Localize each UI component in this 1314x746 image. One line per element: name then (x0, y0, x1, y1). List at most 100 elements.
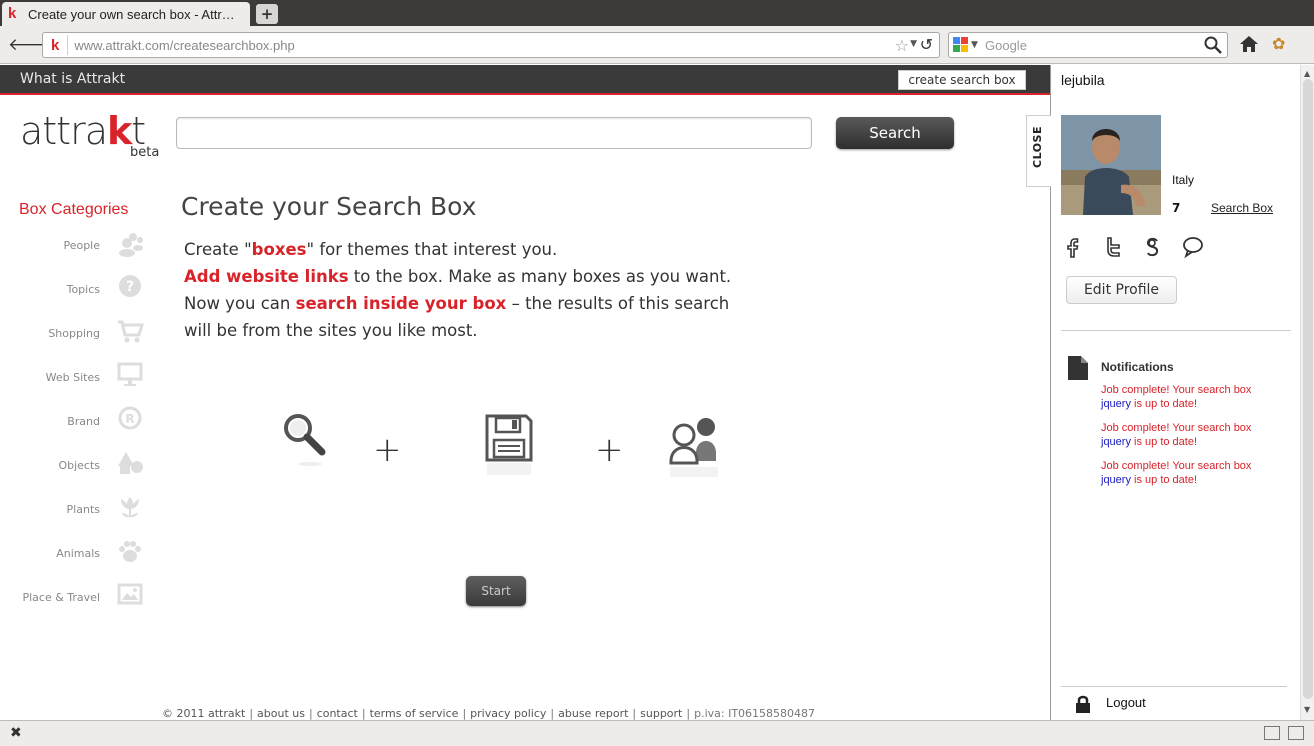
panel-divider (1061, 330, 1291, 331)
category-label: People (63, 239, 100, 252)
category-label: Place & Travel (22, 591, 100, 604)
category-topics[interactable]: Topics ? (0, 273, 150, 307)
footer-link-abuse[interactable]: abuse report (558, 707, 628, 720)
close-icon[interactable]: ✖ (10, 725, 22, 741)
category-label: Web Sites (45, 371, 100, 384)
browser-search-bar[interactable]: ▼ Google (948, 32, 1228, 58)
notification-box-link[interactable]: jquery (1101, 398, 1131, 410)
footer-link-privacy[interactable]: privacy policy (470, 707, 546, 720)
scrollbar-thumb[interactable] (1303, 79, 1313, 699)
browser-tab-bar: k Create your own search box - Attr… + (0, 0, 1314, 26)
search-box-link[interactable]: Search Box (1211, 201, 1273, 215)
footer-link-about[interactable]: about us (257, 707, 305, 720)
category-web-sites[interactable]: Web Sites (0, 361, 150, 395)
logout-link[interactable]: Logout (1106, 695, 1146, 710)
floppy-save-icon (485, 414, 533, 475)
addon-icon[interactable]: ✿ (1272, 34, 1285, 53)
attrakt-logo[interactable]: attrakt beta (20, 109, 159, 160)
cart-icon (118, 320, 144, 343)
home-icon[interactable] (1238, 34, 1260, 54)
bookmark-star-icon[interactable]: ☆ (895, 36, 909, 55)
intro-text: Now you can (184, 294, 296, 313)
google-icon[interactable] (953, 37, 969, 53)
scroll-down-arrow-icon[interactable]: ▼ (1304, 705, 1310, 714)
svg-text:R: R (125, 412, 134, 426)
facebook-icon[interactable] (1061, 235, 1085, 259)
scroll-up-arrow-icon[interactable]: ▲ (1304, 69, 1310, 78)
category-shopping[interactable]: Shopping (0, 317, 150, 351)
attrakt-favicon-icon: k (8, 5, 17, 22)
notification-box-link[interactable]: jquery (1101, 474, 1131, 486)
category-label: Shopping (48, 327, 100, 340)
comment-bubble-icon[interactable] (1181, 235, 1205, 259)
category-label: Brand (67, 415, 100, 428)
edit-profile-button[interactable]: Edit Profile (1066, 276, 1177, 304)
footer-separator: | (550, 707, 555, 720)
create-search-box-button[interactable]: create search box (898, 70, 1026, 90)
registered-icon: R (118, 406, 142, 430)
category-place-travel[interactable]: Place & Travel (0, 581, 150, 615)
new-tab-button[interactable]: + (256, 4, 278, 24)
category-plants[interactable]: Plants (0, 493, 150, 527)
avatar[interactable] (1061, 115, 1161, 215)
intro-line-1: Create "boxes" for themes that interest … (184, 240, 557, 259)
url-host: www.attrakt.com (74, 37, 170, 53)
category-label: Topics (66, 283, 100, 296)
profile-country: Italy (1172, 173, 1195, 187)
notifications-title: Notifications (1101, 360, 1174, 374)
notification-text: Job complete! Your search box (1101, 384, 1252, 396)
google-plus-icon[interactable] (1141, 235, 1165, 259)
notification-text: Job complete! Your search box (1101, 422, 1252, 434)
notification-item: Job complete! Your search box jquery is u… (1101, 421, 1251, 449)
status-grid-icon[interactable] (1288, 726, 1304, 740)
close-panel-tab[interactable]: CLOSE (1026, 115, 1051, 187)
footer-link-terms[interactable]: terms of service (370, 707, 459, 720)
logo-beta: beta (130, 145, 160, 160)
url-divider (67, 35, 69, 55)
category-objects[interactable]: Objects (0, 449, 150, 483)
search-engine-dropdown-icon[interactable]: ▼ (971, 40, 978, 50)
footer-separator: | (462, 707, 467, 720)
logo-text-k: k (107, 109, 132, 153)
footer-link-support[interactable]: support (640, 707, 682, 720)
footer-vat: p.iva: IT06158580487 (694, 707, 816, 720)
flower-icon (121, 497, 139, 518)
footer-link-contact[interactable]: contact (317, 707, 358, 720)
url-dropdown-icon[interactable]: ▼ (910, 39, 917, 49)
notification-text: is up to date! (1130, 436, 1198, 448)
footer-separator: | (361, 707, 366, 720)
category-people[interactable]: People (0, 229, 150, 263)
page-content: What is Attrakt create search box attrak… (0, 65, 1300, 720)
notification-box-link[interactable]: jquery (1101, 436, 1131, 448)
start-button[interactable]: Start (466, 576, 526, 606)
intro-line-3: Now you can search inside your box – the… (184, 294, 729, 313)
search-button[interactable]: Search (836, 117, 954, 149)
svg-text:?: ? (126, 279, 134, 295)
url-bar[interactable]: k www.attrakt.com/createsearchbox.php ☆ … (42, 32, 940, 58)
tab-title: Create your own search box - Attr… (28, 6, 235, 22)
main-search-input[interactable] (176, 117, 812, 149)
magnifier-icon[interactable] (1203, 35, 1223, 55)
notification-text: is up to date! (1130, 474, 1198, 486)
reload-icon[interactable]: ↺ (920, 35, 933, 54)
footer-separator: | (249, 707, 254, 720)
picture-icon (117, 583, 143, 605)
intro-highlight: Add website links (184, 267, 349, 286)
category-animals[interactable]: Animals (0, 537, 150, 571)
username: lejubila (1061, 72, 1105, 88)
url-text[interactable]: www.attrakt.com/createsearchbox.php (74, 38, 294, 53)
twitter-icon[interactable] (1101, 235, 1125, 259)
status-icons (1264, 726, 1304, 740)
footer-separator: | (686, 707, 691, 720)
what-is-attrakt-link[interactable]: What is Attrakt (20, 71, 125, 87)
browser-tab[interactable]: k Create your own search box - Attr… (2, 2, 250, 26)
intro-highlight: boxes (251, 240, 307, 259)
avatar-photo (1061, 115, 1161, 215)
people-icon (119, 233, 143, 257)
category-brand[interactable]: Brand R (0, 405, 150, 439)
status-addon-icon[interactable] (1264, 726, 1280, 740)
search-step-icon (284, 414, 326, 466)
vertical-scrollbar[interactable]: ▲ ▼ (1300, 65, 1314, 720)
shapes-icon (118, 452, 143, 474)
logo-text: attrakt (20, 109, 146, 153)
